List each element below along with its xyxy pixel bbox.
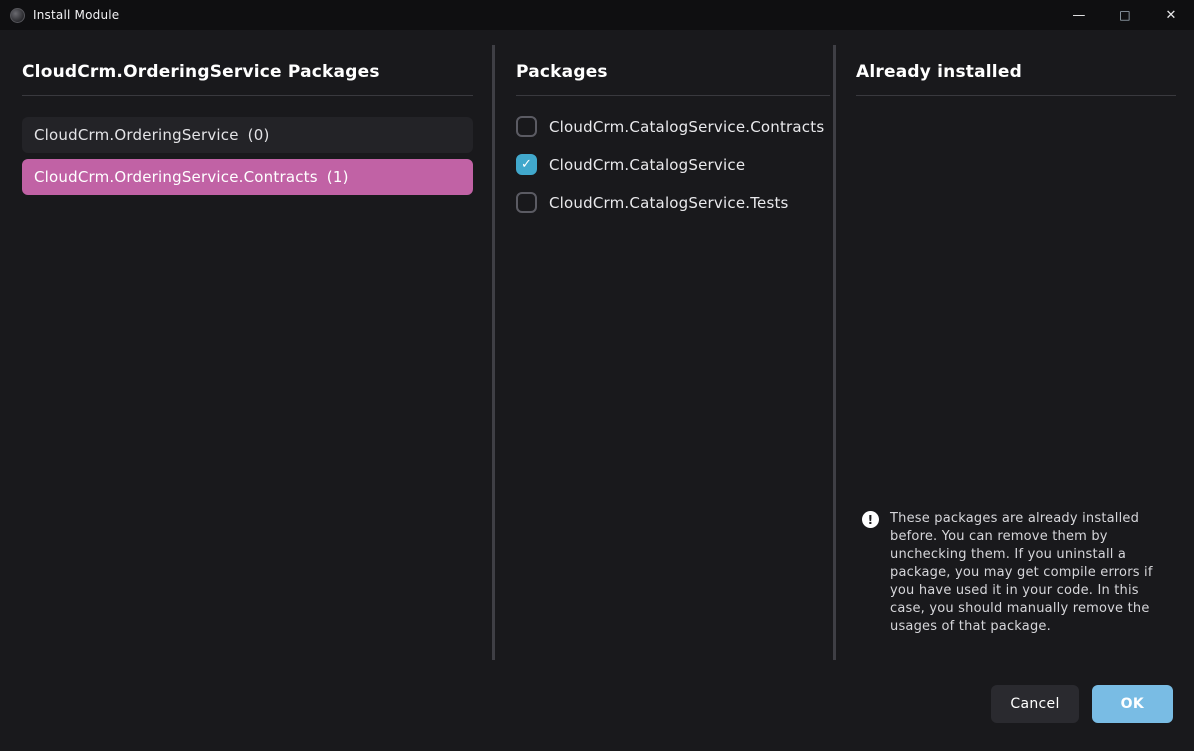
modules-panel-heading: CloudCrm.OrderingService Packages [22, 62, 473, 96]
checkbox-icon[interactable] [516, 154, 537, 175]
already-installed-panel: Already installed These packages are alr… [856, 62, 1176, 660]
column-divider [492, 45, 495, 660]
window-controls: — □ ✕ [1056, 0, 1194, 30]
package-row-catalogservice[interactable]: CloudCrm.CatalogService [516, 154, 830, 175]
packages-panel-heading: Packages [516, 62, 830, 96]
packages-panel: Packages CloudCrm.CatalogService.Contrac… [516, 62, 830, 213]
package-row-catalogservice-contracts[interactable]: CloudCrm.CatalogService.Contracts [516, 116, 830, 137]
package-label: CloudCrm.CatalogService.Contracts [549, 118, 824, 136]
modules-panel: CloudCrm.OrderingService Packages CloudC… [22, 62, 473, 195]
already-installed-note: These packages are already installed bef… [862, 510, 1168, 636]
minimize-button[interactable]: — [1056, 0, 1102, 30]
close-button[interactable]: ✕ [1148, 0, 1194, 30]
ok-button[interactable]: OK [1092, 685, 1173, 723]
column-divider [833, 45, 836, 660]
info-icon [862, 511, 879, 528]
package-label: CloudCrm.CatalogService [549, 156, 745, 174]
cancel-button[interactable]: Cancel [991, 685, 1078, 723]
module-item-label: CloudCrm.OrderingService [34, 126, 239, 144]
checkbox-icon[interactable] [516, 192, 537, 213]
dialog-footer: Cancel OK [991, 685, 1173, 723]
module-list: CloudCrm.OrderingService (0) CloudCrm.Or… [22, 117, 473, 195]
module-item-orderingservice-contracts[interactable]: CloudCrm.OrderingService.Contracts (1) [22, 159, 473, 195]
title-bar: Install Module — □ ✕ [0, 0, 1194, 30]
app-logo-icon [10, 8, 25, 23]
module-item-count: (1) [327, 168, 349, 186]
package-list: CloudCrm.CatalogService.Contracts CloudC… [516, 116, 830, 213]
note-text: These packages are already installed bef… [890, 510, 1168, 636]
package-label: CloudCrm.CatalogService.Tests [549, 194, 789, 212]
window-title: Install Module [33, 8, 119, 22]
already-installed-heading: Already installed [856, 62, 1176, 96]
module-item-label: CloudCrm.OrderingService.Contracts [34, 168, 318, 186]
module-item-count: (0) [248, 126, 270, 144]
module-item-orderingservice[interactable]: CloudCrm.OrderingService (0) [22, 117, 473, 153]
checkbox-icon[interactable] [516, 116, 537, 137]
maximize-button[interactable]: □ [1102, 0, 1148, 30]
package-row-catalogservice-tests[interactable]: CloudCrm.CatalogService.Tests [516, 192, 830, 213]
